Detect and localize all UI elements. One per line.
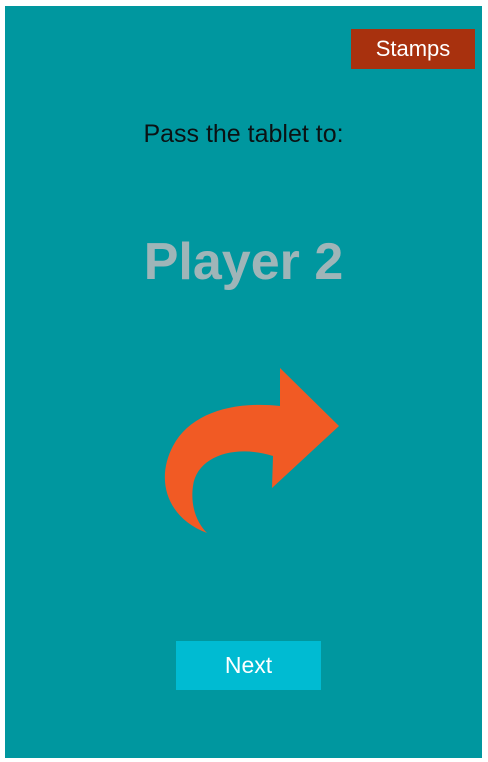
stamps-button[interactable]: Stamps	[351, 29, 475, 69]
pass-prompt: Pass the tablet to:	[143, 120, 344, 148]
screen: Stamps Pass the tablet to: Player 2 Next	[5, 6, 482, 758]
player-name: Player 2	[143, 233, 344, 291]
next-button[interactable]: Next	[176, 641, 321, 690]
curved-arrow-right-icon	[164, 368, 339, 533]
